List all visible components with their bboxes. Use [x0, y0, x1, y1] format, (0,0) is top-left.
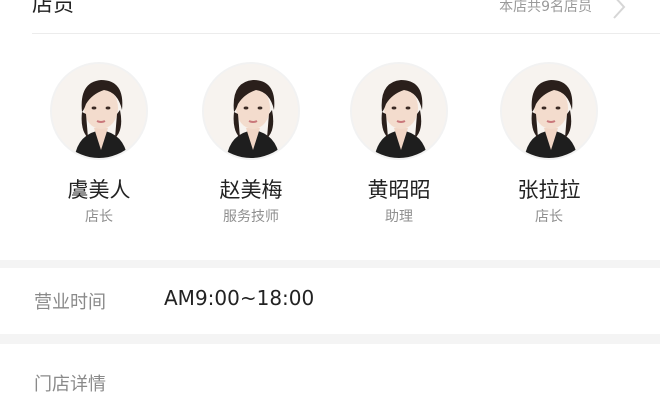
staff-role: 店长	[535, 209, 563, 225]
staff-header[interactable]: 店员 本店共9名店员	[32, 0, 660, 34]
store-detail-label: 门店详情	[34, 374, 106, 395]
staff-count: 本店共9名店员	[499, 0, 592, 15]
avatar[interactable]	[50, 62, 148, 160]
chevron-right-icon[interactable]	[612, 0, 626, 20]
avatar[interactable]	[500, 62, 598, 160]
staff-role: 助理	[385, 209, 413, 225]
staff-card[interactable]: 张拉拉 店长	[496, 62, 606, 232]
staff-name: 张拉拉	[517, 178, 581, 202]
staff-name: 赵美梅	[219, 178, 283, 202]
staff-card[interactable]: 虞美人 店长	[46, 62, 156, 232]
store-page: 店员 本店共9名店员 虞美人 店长 赵美梅 服务技师 黄昭昭 助理 张拉拉 店长…	[0, 0, 660, 400]
staff-name: 黄昭昭	[367, 178, 431, 202]
avatar[interactable]	[350, 62, 448, 160]
staff-title: 店员	[32, 0, 74, 16]
staff-card[interactable]: 赵美梅 服务技师	[198, 62, 308, 232]
staff-name: 虞美人	[67, 178, 131, 202]
staff-card[interactable]: 黄昭昭 助理	[346, 62, 456, 232]
staff-role: 店长	[85, 209, 113, 225]
staff-role: 服务技师	[223, 209, 279, 225]
staff-section: 店员 本店共9名店员 虞美人 店长 赵美梅 服务技师 黄昭昭 助理 张拉拉 店长	[0, 0, 660, 260]
store-detail-row[interactable]: 门店详情	[0, 344, 660, 400]
avatar[interactable]	[202, 62, 300, 160]
business-hours-row: 营业时间 AM9:00~18:00	[0, 268, 660, 334]
business-hours-value: AM9:00~18:00	[164, 286, 315, 310]
business-hours-label: 营业时间	[34, 292, 106, 313]
